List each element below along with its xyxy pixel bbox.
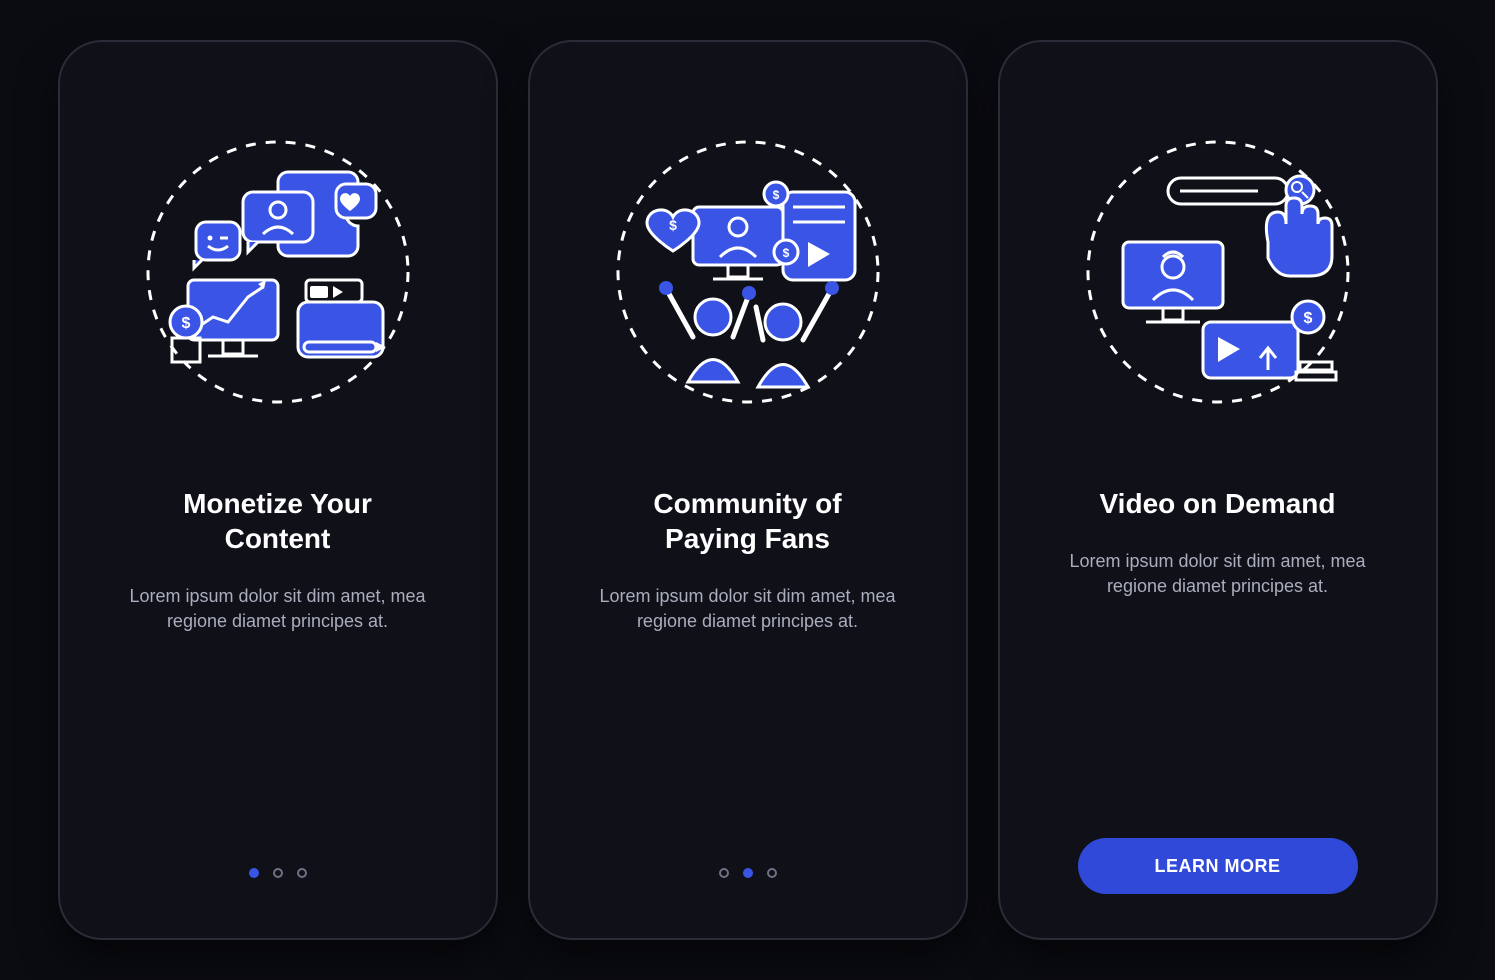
onboarding-title: Monetize Your Content <box>183 486 372 556</box>
onboarding-title: Community of Paying Fans <box>653 486 841 556</box>
page-dot-1[interactable] <box>719 868 729 878</box>
video-on-demand-icon: $ <box>1068 122 1368 422</box>
page-dot-2[interactable] <box>743 868 753 878</box>
page-dot-1[interactable] <box>249 868 259 878</box>
onboarding-body: Lorem ipsum dolor sit dim amet, mea regi… <box>588 584 908 634</box>
page-indicator <box>719 868 777 878</box>
svg-text:$: $ <box>669 217 677 233</box>
onboarding-title: Video on Demand <box>1100 486 1336 521</box>
svg-text:$: $ <box>1303 310 1312 327</box>
svg-text:$: $ <box>782 246 789 260</box>
onboarding-screen-3: $ Video on Demand Lorem ipsum dolor sit … <box>998 40 1438 940</box>
onboarding-screen-1: $ Monetize Your Content Lorem ipsum dolo… <box>58 40 498 940</box>
page-dot-2[interactable] <box>273 868 283 878</box>
page-dot-3[interactable] <box>767 868 777 878</box>
monetize-content-icon: $ <box>128 122 428 422</box>
learn-more-button[interactable]: LEARN MORE <box>1078 838 1358 894</box>
page-dot-3[interactable] <box>297 868 307 878</box>
onboarding-body: Lorem ipsum dolor sit dim amet, mea regi… <box>1058 549 1378 599</box>
onboarding-screen-2: $ $ $ Community of Paying Fans Lorem ips… <box>528 40 968 940</box>
community-fans-icon: $ $ $ <box>598 122 898 422</box>
svg-text:$: $ <box>772 188 779 202</box>
onboarding-body: Lorem ipsum dolor sit dim amet, mea regi… <box>118 584 438 634</box>
page-indicator <box>249 868 307 878</box>
svg-text:$: $ <box>181 315 190 332</box>
